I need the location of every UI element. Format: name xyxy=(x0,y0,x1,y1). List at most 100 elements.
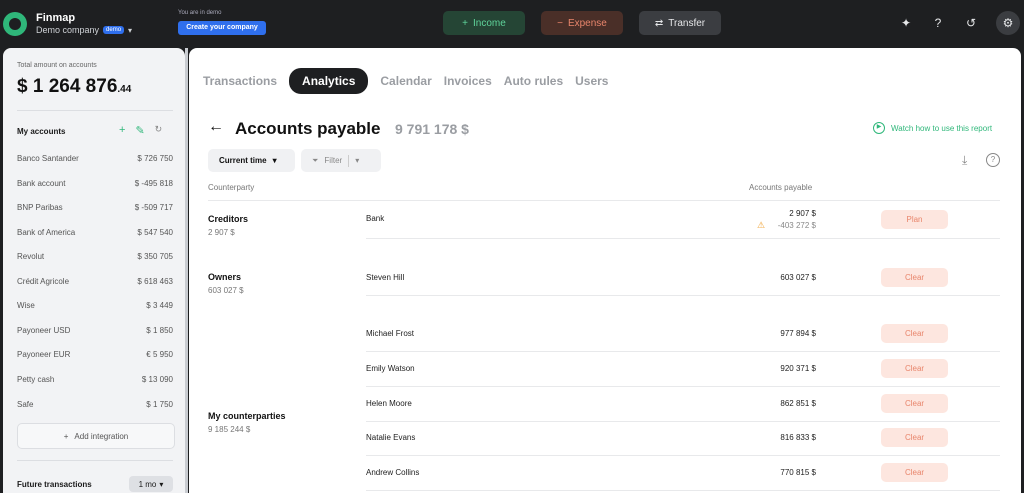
payable-amount: 920 371 $ xyxy=(780,364,816,373)
account-amount: $ 350 705 xyxy=(137,252,173,261)
sidebar-scrollbar[interactable] xyxy=(185,48,188,493)
history-icon[interactable]: ↺ xyxy=(963,15,979,31)
row-divider xyxy=(366,386,1000,387)
income-button[interactable]: + Income xyxy=(443,11,525,35)
edit-pencil-icon[interactable]: ✎ xyxy=(135,124,144,137)
warning-icon: ⚠ xyxy=(757,220,766,230)
clear-button[interactable]: Clear xyxy=(881,324,948,343)
row-divider xyxy=(366,490,1000,491)
brand-name: Finmap xyxy=(36,12,76,24)
expense-button[interactable]: − Expense xyxy=(541,11,623,35)
account-name: Crédit Agricole xyxy=(17,277,70,286)
tab-transactions[interactable]: Transactions xyxy=(203,74,277,88)
clear-button[interactable]: Clear xyxy=(881,463,948,482)
account-name: Bank of America xyxy=(17,228,76,237)
col-accounts-payable: Accounts payable xyxy=(749,183,813,192)
account-row[interactable]: Revolut $ 350 705 xyxy=(17,252,173,261)
chevron-down-icon: ▾ xyxy=(128,25,133,35)
row-divider xyxy=(366,295,1000,296)
tab-invoices[interactable]: Invoices xyxy=(444,74,492,88)
plus-icon: + xyxy=(462,17,469,29)
header-divider xyxy=(208,200,1000,201)
account-row[interactable]: Banco Santander $ 726 750 xyxy=(17,154,173,163)
account-row[interactable]: Petty cash $ 13 090 xyxy=(17,375,173,384)
clear-button[interactable]: Clear xyxy=(881,394,948,413)
account-amount: € 5 950 xyxy=(146,350,173,359)
my-accounts-title: My accounts xyxy=(17,127,66,136)
account-row[interactable]: Wise $ 3 449 xyxy=(17,301,173,310)
chevron-down-icon: ▾ xyxy=(355,156,360,165)
transfer-button[interactable]: ⇄ Transfer xyxy=(639,11,721,35)
counterparty-name: Bank xyxy=(366,214,385,223)
account-row[interactable]: Payoneer EUR € 5 950 xyxy=(17,350,173,359)
sparkle-icon[interactable]: ✦ xyxy=(898,15,914,31)
counterparty-name: Natalie Evans xyxy=(366,433,416,442)
tab-auto-rules[interactable]: Auto rules xyxy=(504,74,563,88)
clear-button[interactable]: Clear xyxy=(881,428,948,447)
add-integration-button[interactable]: + Add integration xyxy=(17,423,175,449)
income-label: Income xyxy=(473,17,506,29)
account-row[interactable]: BNP Paribas $ -509 717 xyxy=(17,203,173,212)
plan-button[interactable]: Plan xyxy=(881,210,948,229)
time-filter-dropdown[interactable]: Current time ▾ xyxy=(208,149,295,172)
total-cents: .44 xyxy=(117,84,132,95)
help-icon[interactable]: ? xyxy=(986,153,1000,167)
period-selector[interactable]: 1 mo ▾ xyxy=(129,476,173,492)
expense-label: Expense xyxy=(567,17,607,29)
account-row[interactable]: Crédit Agricole $ 618 463 xyxy=(17,277,173,286)
group-sum: 2 907 $ xyxy=(208,228,235,237)
payable-amount: 603 027 $ xyxy=(780,273,816,282)
account-row[interactable]: Bank of America $ 547 540 xyxy=(17,228,173,237)
tab-users[interactable]: Users xyxy=(575,74,608,88)
page-total: 9 791 178 $ xyxy=(395,121,469,137)
account-name: Bank account xyxy=(17,179,66,188)
divider xyxy=(17,460,173,461)
overdue-amount: -403 272 $ xyxy=(777,221,816,230)
counterparty-name: Andrew Collins xyxy=(366,468,420,477)
payable-amount: 862 851 $ xyxy=(780,399,816,408)
chevron-down-icon: ▾ xyxy=(159,479,164,489)
watch-report-link[interactable]: ▶ Watch how to use this report xyxy=(873,122,992,134)
download-icon[interactable]: ⤓ xyxy=(962,153,967,168)
account-name: Petty cash xyxy=(17,375,55,384)
account-amount: $ 726 750 xyxy=(137,154,173,163)
tab-calendar[interactable]: Calendar xyxy=(380,74,431,88)
account-amount: $ 13 090 xyxy=(141,375,173,384)
total-amount-label: Total amount on accounts xyxy=(17,62,97,69)
future-transactions-title: Future transactions xyxy=(17,480,92,489)
account-row[interactable]: Safe $ 1 750 xyxy=(17,400,173,409)
counterparty-name: Helen Moore xyxy=(366,399,412,408)
account-name: Banco Santander xyxy=(17,154,79,163)
finmap-logo-icon xyxy=(3,12,27,36)
account-name: BNP Paribas xyxy=(17,203,63,212)
group-name: Creditors xyxy=(208,214,249,224)
create-company-button[interactable]: Create your company xyxy=(178,21,266,35)
filter-label: Filter xyxy=(324,156,343,165)
filter-button[interactable]: ⏷ Filter ▾ xyxy=(301,149,381,172)
payable-amount: 2 907 $ xyxy=(789,209,816,218)
account-amount: $ -495 818 xyxy=(134,179,173,188)
add-integration-label: Add integration xyxy=(74,431,129,441)
my-accounts-actions: + ✎ ↻ xyxy=(119,124,162,137)
settings-gear-icon[interactable]: ⚙ xyxy=(996,11,1020,35)
account-row[interactable]: Bank account $ -495 818 xyxy=(17,179,173,188)
account-name: Safe xyxy=(17,400,34,409)
company-selector[interactable]: Demo company demo ▾ xyxy=(36,25,132,35)
sidebar: Total amount on accounts $ 1 264 876.44 … xyxy=(3,48,185,493)
row-divider xyxy=(366,455,1000,456)
refresh-icon[interactable]: ↻ xyxy=(155,124,163,137)
chevron-down-icon: ▾ xyxy=(272,156,277,165)
top-bar: Finmap Demo company demo ▾ You are in de… xyxy=(0,0,1024,48)
account-row[interactable]: Payoneer USD $ 1 850 xyxy=(17,326,173,335)
back-arrow-icon[interactable]: ← xyxy=(208,118,224,136)
add-account-icon[interactable]: + xyxy=(119,124,125,137)
tab-bar: Transactions Analytics Calendar Invoices… xyxy=(203,68,608,94)
help-icon[interactable]: ? xyxy=(930,15,946,31)
tab-analytics[interactable]: Analytics xyxy=(289,68,369,94)
row-divider xyxy=(366,351,1000,352)
time-filter-label: Current time xyxy=(219,156,267,165)
clear-button[interactable]: Clear xyxy=(881,268,948,287)
account-name: Revolut xyxy=(17,252,45,261)
transfer-arrows-icon: ⇄ xyxy=(654,17,664,29)
clear-button[interactable]: Clear xyxy=(881,359,948,378)
